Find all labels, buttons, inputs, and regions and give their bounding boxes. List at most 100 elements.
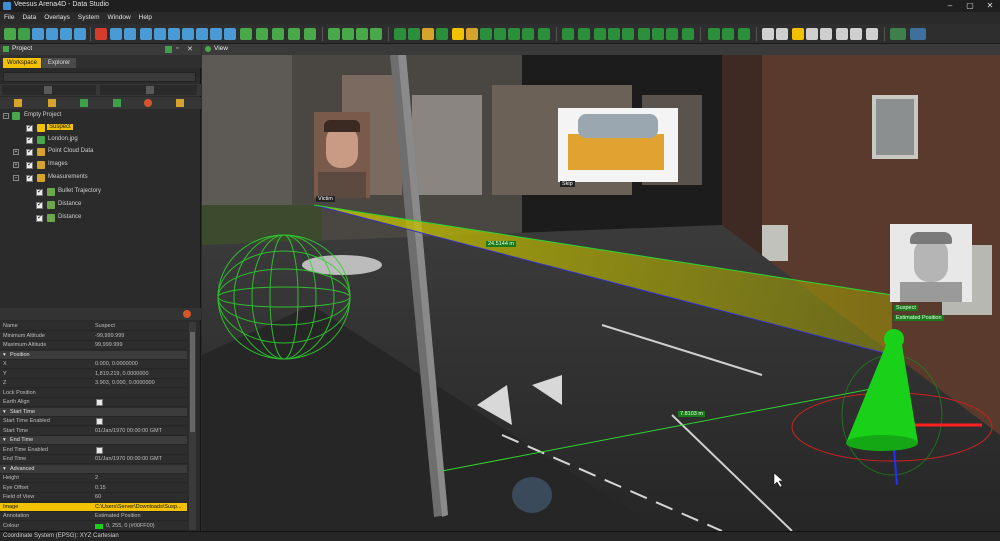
visibility-checkbox[interactable]: [26, 123, 33, 132]
frame-icon[interactable]: [652, 28, 664, 40]
property-value[interactable]: 0.15: [95, 485, 106, 491]
pan-icon[interactable]: [836, 28, 848, 40]
layout-icon[interactable]: [890, 28, 906, 40]
paste-icon[interactable]: [154, 28, 166, 40]
property-row[interactable]: Y 1,819.219, 0.0000000: [0, 369, 187, 379]
download-icon[interactable]: [48, 99, 56, 107]
zoom-icon[interactable]: [480, 28, 492, 40]
tab-explorer[interactable]: Explorer: [42, 58, 76, 68]
property-value[interactable]: 0, 255, 0 (#00FF00): [106, 523, 155, 529]
menu-overlays[interactable]: Overlays: [44, 12, 70, 24]
video-icon[interactable]: [594, 28, 606, 40]
copy-icon[interactable]: [140, 28, 152, 40]
property-value[interactable]: 99,999.999: [95, 342, 123, 348]
visibility-checkbox[interactable]: [26, 160, 33, 169]
star-icon[interactable]: [466, 28, 478, 40]
tree-item-point-cloud-data[interactable]: + Point Cloud Data: [0, 146, 195, 159]
script-icon[interactable]: [328, 28, 340, 40]
reset-icon[interactable]: [183, 310, 191, 318]
pin-green-icon[interactable]: [80, 99, 88, 107]
collapse-icon[interactable]: −: [3, 113, 9, 119]
target-icon[interactable]: [682, 28, 694, 40]
cloud-icon[interactable]: [522, 28, 534, 40]
minimize-icon[interactable]: –: [940, 0, 960, 12]
search-field[interactable]: [3, 72, 196, 82]
visibility-checkbox[interactable]: [36, 213, 43, 222]
property-value[interactable]: 3.903, 0.000, 0.0000000: [95, 380, 155, 386]
property-value[interactable]: Estimated Position: [95, 513, 141, 519]
property-value[interactable]: 60: [95, 494, 101, 500]
graph-icon[interactable]: [342, 28, 354, 40]
mail-icon[interactable]: [210, 28, 222, 40]
property-row[interactable]: X 0.000, 0.0000000: [0, 360, 187, 369]
pin-icon[interactable]: [165, 46, 172, 53]
quad-view-icon[interactable]: [820, 28, 832, 40]
property-value[interactable]: Suspect: [95, 323, 115, 329]
property-value[interactable]: -99,999.999: [95, 333, 124, 339]
disk-icon[interactable]: [44, 86, 52, 94]
close-icon[interactable]: ✕: [980, 0, 1000, 12]
export-icon[interactable]: [60, 28, 72, 40]
property-value[interactable]: 1,819.219, 0.0000000: [95, 371, 149, 377]
property-row[interactable]: Maximum Altitude 99,999.999: [0, 341, 187, 350]
layout-alt-icon[interactable]: [910, 28, 926, 40]
expand-icon[interactable]: +: [13, 162, 19, 168]
split-view-icon[interactable]: [806, 28, 818, 40]
list-view-icon[interactable]: [762, 28, 774, 40]
layers-icon[interactable]: [74, 28, 86, 40]
redo-icon[interactable]: [124, 28, 136, 40]
property-checkbox[interactable]: [96, 399, 103, 406]
property-row[interactable]: Earth Align: [0, 398, 187, 407]
skip-photo[interactable]: [558, 108, 678, 182]
scrollbar-thumb[interactable]: [190, 332, 195, 432]
property-row[interactable]: Field of View 60: [0, 493, 187, 502]
panel-close-icon[interactable]: ✕: [187, 45, 193, 53]
panel-minimize-icon[interactable]: ▫: [176, 45, 178, 52]
bulb-icon[interactable]: [622, 28, 634, 40]
menu-file[interactable]: File: [4, 12, 14, 24]
time-icon[interactable]: [288, 28, 300, 40]
add-folder-icon[interactable]: [14, 99, 22, 107]
sphere-icon[interactable]: [608, 28, 620, 40]
property-row[interactable]: End Time Enabled: [0, 445, 187, 455]
measure-icon[interactable]: [452, 28, 464, 40]
property-value[interactable]: 01/Jan/1970 00:00:00 GMT: [95, 456, 162, 462]
property-row[interactable]: Start Time Enabled: [0, 417, 187, 426]
victim-photo[interactable]: [314, 112, 370, 198]
menu-window[interactable]: Window: [108, 12, 131, 24]
property-checkbox[interactable]: [96, 446, 103, 454]
expand-icon[interactable]: +: [13, 149, 19, 155]
orbit-icon[interactable]: [256, 28, 268, 40]
cube-icon[interactable]: [562, 28, 574, 40]
help-icon[interactable]: [494, 28, 506, 40]
tree-item-images[interactable]: + Images: [0, 159, 195, 172]
single-view-icon[interactable]: [792, 28, 804, 40]
grid-icon[interactable]: [538, 28, 550, 40]
suspect-sketch[interactable]: [890, 224, 972, 302]
globe-icon[interactable]: [240, 28, 252, 40]
properties-scrollbar[interactable]: [189, 322, 196, 530]
property-row[interactable]: End Time 01/Jan/1970 00:00:00 GMT: [0, 455, 187, 464]
tree-item-distance[interactable]: Distance: [0, 212, 195, 225]
property-value[interactable]: 0.000, 0.0000000: [95, 361, 138, 367]
visibility-checkbox[interactable]: [26, 135, 33, 144]
property-value[interactable]: C:\Users\Server\Downloads\Susp...: [95, 504, 182, 510]
import-icon[interactable]: [46, 28, 58, 40]
box-icon[interactable]: [578, 28, 590, 40]
data-icon[interactable]: [356, 28, 368, 40]
down-icon[interactable]: [722, 28, 734, 40]
property-row[interactable]: Minimum Altitude -99,999.999: [0, 331, 187, 341]
spark-icon[interactable]: [370, 28, 382, 40]
property-row[interactable]: Z 3.903, 0.000, 0.0000000: [0, 379, 187, 388]
shield-icon[interactable]: [666, 28, 678, 40]
section-collapse-icon[interactable]: ▾: [3, 466, 6, 472]
camera-icon[interactable]: [168, 28, 180, 40]
property-row[interactable]: Name Suspect: [0, 322, 187, 331]
fill-icon[interactable]: [436, 28, 448, 40]
menu-system[interactable]: System: [78, 12, 100, 24]
lock-icon[interactable]: [146, 86, 154, 94]
delete-icon[interactable]: [144, 99, 152, 107]
properties-icon[interactable]: [176, 99, 184, 107]
up-icon[interactable]: [708, 28, 720, 40]
collapse-icon[interactable]: −: [13, 175, 19, 181]
